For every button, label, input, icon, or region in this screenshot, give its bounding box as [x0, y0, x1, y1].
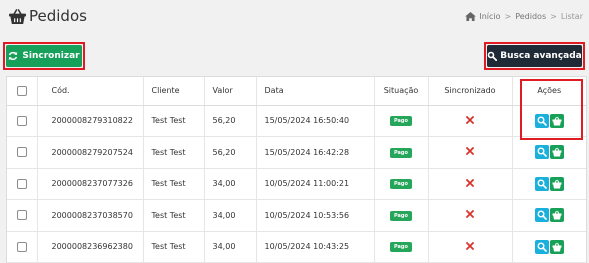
row-checkbox[interactable] — [16, 178, 27, 189]
cell-cliente: Test Test — [143, 231, 205, 263]
cell-cliente: Test Test — [143, 105, 205, 137]
x-icon — [466, 210, 474, 219]
page-header: Pedidos Início > Pedidos > Listar — [0, 0, 589, 36]
x-icon — [466, 115, 474, 124]
breadcrumb-separator: > — [504, 12, 512, 21]
table-row: 2000008237038570 Test Test 34,00 10/05/2… — [7, 199, 586, 232]
highlight-acoes-column — [520, 79, 583, 140]
table-row: 2000008237077326 Test Test 34,00 10/05/2… — [7, 168, 586, 200]
cell-data: 10/05/2024 10:53:56 — [256, 199, 375, 232]
search-icon — [537, 147, 547, 158]
row-checkbox[interactable] — [16, 115, 27, 126]
table-row: 2000008279310822 Test Test 56,20 15/05/2… — [7, 105, 586, 137]
cell-data: 15/05/2024 16:50:40 — [256, 105, 375, 137]
cell-cod: 2000008237038570 — [37, 199, 144, 232]
search-icon — [537, 242, 547, 252]
search-icon — [537, 210, 547, 221]
orders-table: Cód. Cliente Valor Data Situação Sincron… — [6, 76, 587, 263]
cell-cliente: Test Test — [143, 199, 205, 232]
cell-valor: 34,00 — [204, 199, 257, 232]
breadcrumb-home-link[interactable]: Início — [479, 12, 500, 21]
column-header-cod[interactable]: Cód. — [37, 77, 144, 106]
status-badge: Pago — [390, 179, 412, 190]
column-header-situacao[interactable]: Situação — [374, 77, 429, 106]
breadcrumb-current: Listar — [560, 12, 583, 21]
cell-data: 10/05/2024 11:00:21 — [256, 168, 375, 200]
breadcrumb-pedidos-link[interactable]: Pedidos — [515, 12, 546, 21]
cell-cod: 2000008279310822 — [37, 105, 144, 137]
highlight-sync-button — [3, 42, 85, 70]
breadcrumb-separator: > — [550, 12, 557, 21]
order-cart-button[interactable] — [549, 208, 564, 223]
x-icon — [466, 178, 474, 187]
table-row: 2000008279207524 Test Test 56,20 15/05/2… — [7, 136, 586, 169]
cell-cliente: Test Test — [143, 136, 205, 169]
row-checkbox[interactable] — [16, 241, 27, 252]
view-order-button[interactable] — [534, 176, 549, 191]
status-badge: Pago — [390, 147, 412, 158]
column-header-valor[interactable]: Valor — [204, 77, 257, 106]
cell-cliente: Test Test — [143, 168, 205, 200]
search-icon — [537, 179, 547, 189]
column-header-sincronizado[interactable]: Sincronizado — [428, 77, 513, 106]
row-checkbox[interactable] — [16, 147, 27, 158]
basket-icon — [9, 8, 26, 24]
row-checkbox[interactable] — [16, 210, 27, 221]
column-header-data[interactable]: Data — [256, 77, 375, 106]
breadcrumb: Início > Pedidos > Listar — [465, 12, 583, 21]
page-title-text: Pedidos — [29, 7, 87, 25]
home-icon — [465, 12, 477, 21]
highlight-search-button — [484, 42, 585, 70]
basket-icon — [552, 211, 562, 220]
cell-valor: 34,00 — [204, 168, 257, 200]
cell-cod: 2000008236962380 — [37, 231, 144, 263]
column-header-cliente[interactable]: Cliente — [143, 77, 205, 106]
cell-data: 15/05/2024 16:42:28 — [256, 136, 375, 169]
basket-icon — [552, 242, 562, 252]
page-title: Pedidos — [8, 7, 87, 25]
x-icon — [466, 147, 474, 156]
cell-valor: 56,20 — [204, 105, 257, 137]
select-all-checkbox[interactable] — [16, 85, 27, 96]
cell-valor: 34,00 — [204, 231, 257, 263]
order-cart-button[interactable] — [549, 239, 564, 254]
view-order-button[interactable] — [534, 145, 549, 160]
order-cart-button[interactable] — [549, 176, 564, 191]
cell-valor: 56,20 — [204, 136, 257, 169]
status-badge: Pago — [390, 116, 412, 127]
view-order-button[interactable] — [534, 239, 549, 254]
status-badge: Pago — [390, 242, 412, 253]
view-order-button[interactable] — [534, 208, 549, 223]
table-row: 2000008236962380 Test Test 34,00 10/05/2… — [7, 231, 586, 263]
x-icon — [466, 241, 474, 250]
table-header-row: Cód. Cliente Valor Data Situação Sincron… — [7, 77, 586, 106]
order-cart-button[interactable] — [549, 145, 564, 160]
basket-icon — [552, 148, 562, 157]
cell-cod: 2000008279207524 — [37, 136, 144, 169]
cell-cod: 2000008237077326 — [37, 168, 144, 200]
cell-data: 10/05/2024 10:43:25 — [256, 231, 375, 263]
status-badge: Pago — [390, 210, 412, 221]
basket-icon — [552, 179, 562, 189]
